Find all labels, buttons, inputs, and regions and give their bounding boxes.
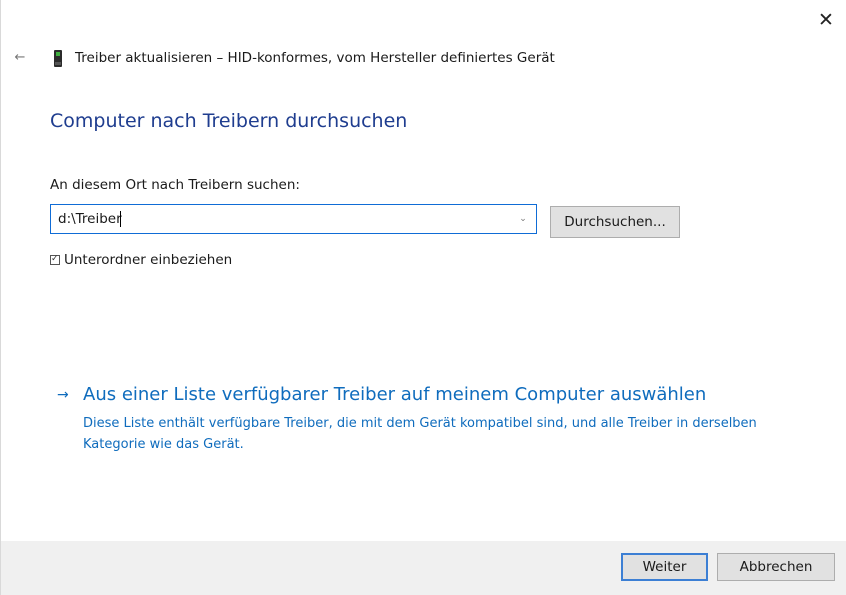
close-button[interactable]: ✕ <box>813 8 839 34</box>
back-button[interactable]: ← <box>11 48 29 68</box>
checkmark-icon: ✓ <box>51 254 59 264</box>
page-heading: Computer nach Treibern durchsuchen <box>50 110 408 132</box>
text-caret <box>120 211 121 227</box>
next-button[interactable]: Weiter <box>621 553 708 581</box>
close-icon: ✕ <box>818 9 834 31</box>
back-arrow-icon: ← <box>14 50 26 65</box>
update-driver-dialog: ✕ ← Treiber aktualisieren – HID-konforme… <box>0 0 846 595</box>
dialog-footer: Weiter Abbrechen <box>1 541 846 595</box>
arrow-right-icon: → <box>57 387 69 403</box>
dialog-title: Treiber aktualisieren – HID-konformes, v… <box>75 50 555 66</box>
include-subfolders-label: Unterordner einbeziehen <box>64 252 233 268</box>
pick-from-list-title[interactable]: Aus einer Liste verfügbarer Treiber auf … <box>83 384 706 405</box>
driver-path-input[interactable] <box>58 205 498 233</box>
driver-path-combobox[interactable]: ⌄ <box>50 204 537 234</box>
chevron-down-icon[interactable]: ⌄ <box>516 205 530 233</box>
search-location-label: An diesem Ort nach Treibern suchen: <box>50 177 300 193</box>
include-subfolders-option[interactable]: ✓ Unterordner einbeziehen <box>50 251 232 269</box>
pick-from-list-description: Diese Liste enthält verfügbare Treiber, … <box>83 416 757 452</box>
browse-button[interactable]: Durchsuchen... <box>550 206 680 238</box>
include-subfolders-checkbox[interactable]: ✓ <box>50 254 60 265</box>
device-icon <box>54 50 62 67</box>
cancel-button[interactable]: Abbrechen <box>717 553 835 581</box>
